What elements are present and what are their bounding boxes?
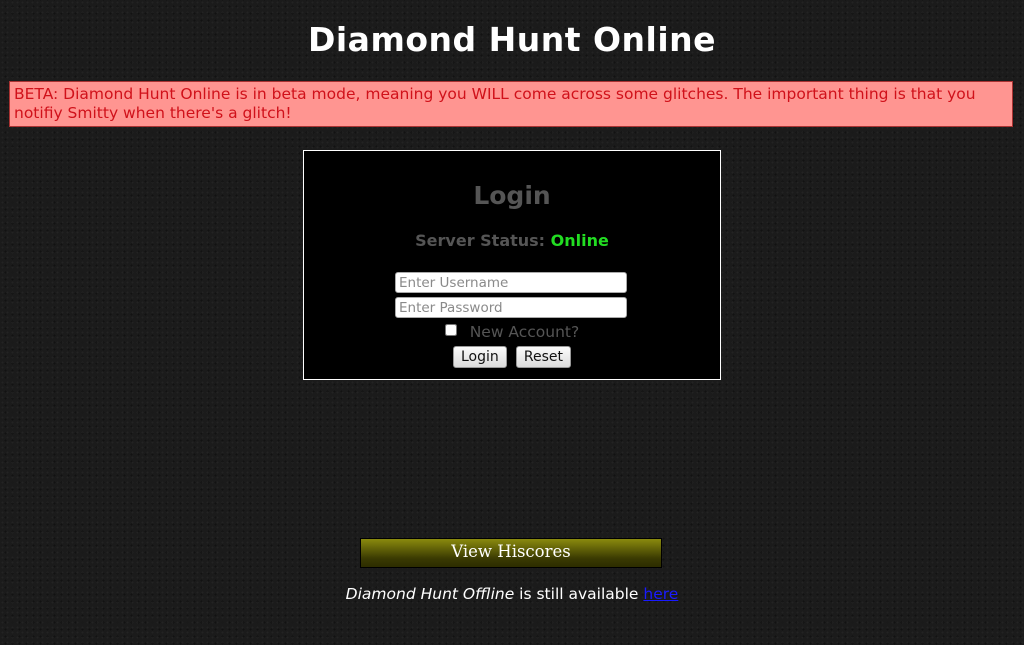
offline-here-link[interactable]: here: [643, 585, 678, 603]
username-input[interactable]: [395, 272, 627, 293]
server-status: Server Status: Online: [304, 231, 720, 250]
beta-notice: BETA: Diamond Hunt Online is in beta mod…: [9, 81, 1013, 127]
server-status-label: Server Status:: [415, 231, 546, 250]
page: Diamond Hunt Online BETA: Diamond Hunt O…: [0, 0, 1024, 645]
login-button-row: Login Reset: [304, 346, 720, 368]
offline-notice-text: is still available: [514, 585, 644, 603]
page-title: Diamond Hunt Online: [307, 20, 717, 59]
new-account-checkbox[interactable]: [444, 324, 457, 336]
view-hiscores-button[interactable]: View Hiscores: [360, 538, 662, 568]
new-account-row: New Account?: [304, 323, 720, 341]
login-heading: Login: [473, 181, 551, 210]
password-input[interactable]: [395, 297, 627, 318]
reset-button[interactable]: Reset: [515, 346, 571, 368]
login-button[interactable]: Login: [453, 346, 507, 368]
offline-notice: Diamond Hunt Offline is still available …: [0, 585, 1024, 603]
offline-game-name: Diamond Hunt Offline: [345, 585, 515, 603]
login-panel: Login Server Status: Online New Account?…: [303, 150, 721, 380]
server-status-value: Online: [550, 231, 609, 250]
new-account-label: New Account?: [469, 323, 580, 341]
